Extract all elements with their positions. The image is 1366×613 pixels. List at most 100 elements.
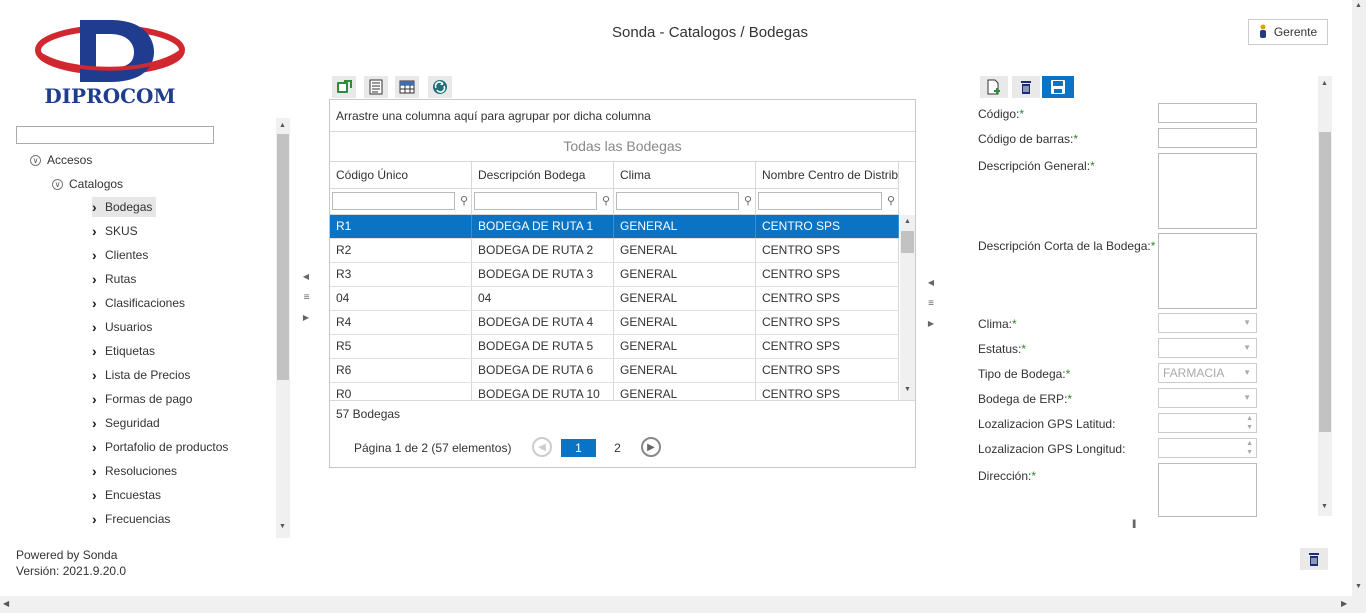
scroll-up-icon[interactable]: ▲ bbox=[1321, 80, 1328, 87]
filter-input-codigo[interactable] bbox=[332, 192, 455, 210]
sidebar-item-seguridad[interactable]: › Seguridad bbox=[92, 413, 164, 433]
sidebar-item-skus[interactable]: › SKUS bbox=[92, 221, 142, 241]
spin-up-icon[interactable]: ▲ bbox=[1246, 415, 1253, 423]
scroll-right-icon[interactable]: ▶ bbox=[1341, 599, 1347, 608]
filter-icon[interactable]: ⚲ bbox=[887, 194, 895, 207]
clima-select[interactable]: ▼ bbox=[1158, 313, 1257, 333]
pager-page-1[interactable]: 1 bbox=[561, 439, 596, 457]
gps-latitud-field[interactable]: ▲ ▼ bbox=[1158, 413, 1257, 433]
group-panel[interactable]: Arrastre una columna aquí para agrupar p… bbox=[330, 100, 915, 132]
gps-longitud-field[interactable]: ▲ ▼ bbox=[1158, 438, 1257, 458]
resize-grip-icon[interactable]: ||||||| bbox=[1132, 518, 1137, 528]
save-record-button[interactable] bbox=[1042, 76, 1074, 98]
collapse-icon[interactable]: ∨ bbox=[30, 154, 41, 166]
table-row[interactable]: R5 BODEGA DE RUTA 5 GENERAL CENTRO SPS bbox=[330, 335, 899, 359]
sidebar-item-lista-precios[interactable]: › Lista de Precios bbox=[92, 365, 194, 385]
direccion-field[interactable] bbox=[1158, 463, 1257, 517]
scroll-down-icon[interactable]: ▼ bbox=[279, 523, 286, 530]
bodega-erp-select[interactable]: ▼ bbox=[1158, 388, 1257, 408]
report-button[interactable] bbox=[364, 76, 388, 98]
table-row[interactable]: R4 BODEGA DE RUTA 4 GENERAL CENTRO SPS bbox=[330, 311, 899, 335]
page-horizontal-scrollbar[interactable]: ◀ ▶ bbox=[0, 596, 1366, 613]
sidebar-item-label: Encuestas bbox=[105, 488, 162, 502]
descripcion-corta-field[interactable] bbox=[1158, 233, 1257, 309]
scroll-up-icon[interactable]: ▲ bbox=[904, 218, 911, 225]
spin-down-icon[interactable]: ▼ bbox=[1246, 449, 1253, 457]
sidebar-item-formas-pago[interactable]: › Formas de pago bbox=[92, 389, 196, 409]
grip-icon[interactable]: ≡ bbox=[304, 292, 310, 303]
table-row[interactable]: R1 BODEGA DE RUTA 1 GENERAL CENTRO SPS bbox=[330, 215, 899, 239]
delete-record-button[interactable] bbox=[1012, 76, 1040, 98]
scroll-thumb[interactable] bbox=[277, 134, 289, 380]
left-pane-splitter[interactable]: ◀ ≡ ▶ bbox=[302, 272, 310, 322]
column-header-centro[interactable]: Nombre Centro de Distrib bbox=[756, 161, 899, 189]
grid-scrollbar[interactable]: ▲ ▼ bbox=[900, 215, 915, 400]
page-vertical-scrollbar[interactable]: ▲ ▼ bbox=[1352, 0, 1366, 596]
column-header-clima[interactable]: Clima bbox=[614, 161, 756, 189]
grid-caption: Todas las Bodegas bbox=[330, 132, 915, 162]
pager-prev-button[interactable]: ◀ bbox=[532, 437, 552, 457]
sidebar-item-etiquetas[interactable]: › Etiquetas bbox=[92, 341, 159, 361]
user-menu-button[interactable]: Gerente bbox=[1248, 19, 1328, 45]
expand-right-icon[interactable]: ▶ bbox=[303, 313, 309, 322]
pager-summary: Página 1 de 2 (57 elementos) bbox=[354, 441, 512, 455]
spin-up-icon[interactable]: ▲ bbox=[1246, 440, 1253, 448]
scroll-thumb[interactable] bbox=[1319, 132, 1331, 432]
table-row[interactable]: R2 BODEGA DE RUTA 2 GENERAL CENTRO SPS bbox=[330, 239, 899, 263]
collapse-left-icon[interactable]: ◀ bbox=[303, 272, 309, 281]
codigo-field[interactable] bbox=[1158, 103, 1257, 123]
collapse-icon[interactable]: ∨ bbox=[52, 178, 63, 190]
filter-icon[interactable]: ⚲ bbox=[460, 194, 468, 207]
spin-down-icon[interactable]: ▼ bbox=[1246, 424, 1253, 432]
collapse-left-icon[interactable]: ◀ bbox=[928, 278, 934, 287]
scroll-up-icon[interactable]: ▲ bbox=[279, 122, 286, 129]
tree-node-catalogos[interactable]: ∨ Catalogos bbox=[52, 177, 123, 191]
column-chooser-button[interactable] bbox=[395, 76, 419, 98]
table-row[interactable]: 04 04 GENERAL CENTRO SPS bbox=[330, 287, 899, 311]
descripcion-general-field[interactable] bbox=[1158, 153, 1257, 229]
bottom-delete-button[interactable] bbox=[1300, 548, 1328, 570]
export-excel-button[interactable] bbox=[332, 76, 356, 98]
codigo-barras-field[interactable] bbox=[1158, 128, 1257, 148]
scroll-left-icon[interactable]: ◀ bbox=[3, 599, 9, 608]
new-record-button[interactable] bbox=[980, 76, 1008, 98]
filter-icon[interactable]: ⚲ bbox=[744, 194, 752, 207]
sidebar-scrollbar[interactable]: ▲ ▼ bbox=[276, 118, 290, 538]
filter-cell-clima: ⚲ bbox=[614, 189, 756, 215]
tree-node-accesos[interactable]: ∨ Accesos bbox=[30, 153, 92, 167]
expand-right-icon[interactable]: ▶ bbox=[928, 319, 934, 328]
scroll-down-icon[interactable]: ▼ bbox=[1321, 503, 1328, 510]
tipo-bodega-select[interactable]: FARMACIA ▼ bbox=[1158, 363, 1257, 383]
refresh-button[interactable] bbox=[428, 76, 452, 98]
sidebar-item-resoluciones[interactable]: › Resoluciones bbox=[92, 461, 181, 481]
table-row[interactable]: R6 BODEGA DE RUTA 6 GENERAL CENTRO SPS bbox=[330, 359, 899, 383]
pager-next-button[interactable]: ▶ bbox=[641, 437, 661, 457]
table-row[interactable]: R3 BODEGA DE RUTA 3 GENERAL CENTRO SPS bbox=[330, 263, 899, 287]
table-row[interactable]: R0 BODEGA DE RUTA 10 GENERAL CENTRO SPS bbox=[330, 383, 899, 400]
column-header-codigo[interactable]: Código Único bbox=[330, 161, 472, 189]
form-scrollbar[interactable]: ▲ ▼ bbox=[1318, 76, 1332, 516]
sidebar-search-input[interactable] bbox=[16, 126, 214, 144]
pager-page-2[interactable]: 2 bbox=[600, 439, 635, 457]
sidebar-item-encuestas[interactable]: › Encuestas bbox=[92, 485, 165, 505]
scroll-down-icon[interactable]: ▼ bbox=[904, 386, 911, 393]
sidebar-item-bodegas[interactable]: › Bodegas bbox=[92, 197, 157, 217]
sidebar-item-frecuencias[interactable]: › Frecuencias bbox=[92, 509, 174, 529]
scroll-thumb[interactable] bbox=[901, 231, 914, 253]
filter-input-descripcion[interactable] bbox=[474, 192, 597, 210]
column-header-descripcion[interactable]: Descripción Bodega bbox=[472, 161, 614, 189]
right-pane-splitter[interactable]: ◀ ≡ ▶ bbox=[927, 278, 935, 328]
sidebar-item-usuarios[interactable]: › Usuarios bbox=[92, 317, 156, 337]
sidebar-item-clientes[interactable]: › Clientes bbox=[92, 245, 152, 265]
filter-input-clima[interactable] bbox=[616, 192, 739, 210]
scroll-down-icon[interactable]: ▼ bbox=[1355, 583, 1362, 590]
scroll-up-icon[interactable]: ▲ bbox=[1355, 2, 1362, 9]
sidebar-item-clasificaciones[interactable]: › Clasificaciones bbox=[92, 293, 189, 313]
grip-icon[interactable]: ≡ bbox=[928, 298, 934, 309]
filter-icon[interactable]: ⚲ bbox=[602, 194, 610, 207]
sidebar-item-rutas[interactable]: › Rutas bbox=[92, 269, 140, 289]
estatus-select[interactable]: ▼ bbox=[1158, 338, 1257, 358]
sidebar-item-portafolio[interactable]: › Portafolio de productos bbox=[92, 437, 232, 457]
filter-input-centro[interactable] bbox=[758, 192, 882, 210]
chevron-right-icon: › bbox=[92, 367, 97, 383]
